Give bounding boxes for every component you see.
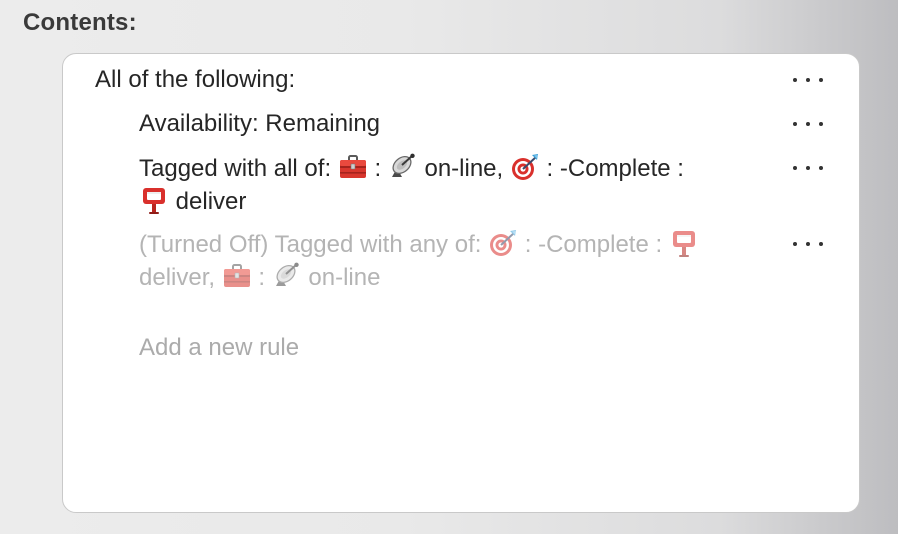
tag-separator: : (258, 264, 266, 291)
rule-availability[interactable]: Availability: Remaining (139, 108, 789, 140)
rules-panel: All of the following: Availability: Rema… (62, 53, 860, 513)
toolbox-icon (222, 261, 252, 291)
tag-name: deliver (175, 188, 247, 215)
tag-name: deliver, (139, 264, 216, 291)
satellite-dish-icon (388, 152, 418, 182)
bullseye-target-icon (488, 228, 518, 258)
tag-name: on-line (308, 264, 381, 291)
bullseye-target-icon (510, 152, 540, 182)
tag-name: : -Complete : (546, 155, 684, 182)
tag-name: on-line, (424, 155, 504, 182)
more-options-button-availability[interactable] (793, 108, 823, 140)
postbox-icon (669, 228, 699, 258)
tag-name: : -Complete : (524, 231, 663, 258)
rule-tagged-with-any-disabled[interactable]: (Turned Off) Tagged with any of: : -Comp… (139, 228, 789, 294)
rule-prefix: Tagged with all of: (139, 155, 332, 182)
more-options-button-tagged-any[interactable] (793, 228, 823, 260)
contents-heading: Contents: (23, 9, 137, 36)
postbox-icon (139, 185, 169, 215)
rule-label: Availability: Remaining (139, 110, 381, 137)
more-options-button-tagged-all[interactable] (793, 152, 823, 184)
rule-label: All of the following: (95, 66, 296, 93)
rule-tagged-with-all[interactable]: Tagged with all of: : on-line, : -Comple… (139, 152, 789, 218)
rule-all-of-the-following[interactable]: All of the following: (95, 64, 795, 96)
toolbox-icon (338, 152, 368, 182)
tag-separator: : (374, 155, 382, 182)
more-options-button-all[interactable] (793, 64, 823, 96)
satellite-dish-icon (272, 261, 302, 291)
add-new-rule-field[interactable]: Add a new rule (139, 332, 299, 364)
rule-prefix: (Turned Off) Tagged with any of: (139, 231, 482, 258)
